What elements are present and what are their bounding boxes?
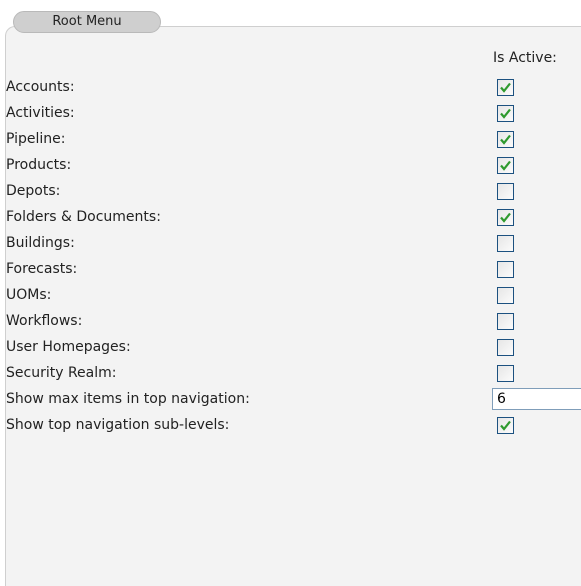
security-realm-active-checkbox[interactable] [497,365,514,382]
row-label: Show max items in top navigation: [6,391,250,407]
user-homepages-active-checkbox[interactable] [497,339,514,356]
row-label: Show top navigation sub-levels: [6,417,230,433]
row-label: Pipeline: [6,131,66,147]
row-label: Folders & Documents: [6,209,161,225]
row-sub-levels: Show top navigation sub-levels: [6,412,581,438]
row-label: Products: [6,157,72,173]
row-user-homepages: User Homepages: [6,334,581,360]
depots-active-checkbox[interactable] [497,183,514,200]
checkmark-icon [500,212,511,223]
root-menu-tab[interactable]: Root Menu [13,11,161,33]
row-workflows: Workflows: [6,308,581,334]
is-active-column-header: Is Active: [493,50,557,66]
menu-settings-list: Accounts: Activities: Pipeline: Products… [6,74,581,438]
row-depots: Depots: [6,178,581,204]
row-label: Buildings: [6,235,75,251]
row-security-realm: Security Realm: [6,360,581,386]
row-label: Depots: [6,183,61,199]
row-forecasts: Forecasts: [6,256,581,282]
row-folders-documents: Folders & Documents: [6,204,581,230]
max-items-input[interactable] [492,388,581,410]
row-label: Activities: [6,105,75,121]
folders-documents-active-checkbox[interactable] [497,209,514,226]
checkmark-icon [500,82,511,93]
accounts-active-checkbox[interactable] [497,79,514,96]
row-buildings: Buildings: [6,230,581,256]
row-label: Workflows: [6,313,83,329]
row-label: User Homepages: [6,339,131,355]
row-max-items: Show max items in top navigation: [6,386,581,412]
row-uoms: UOMs: [6,282,581,308]
workflows-active-checkbox[interactable] [497,313,514,330]
uoms-active-checkbox[interactable] [497,287,514,304]
checkmark-icon [500,420,511,431]
row-label: Forecasts: [6,261,78,277]
sub-levels-checkbox[interactable] [497,417,514,434]
row-label: Accounts: [6,79,75,95]
activities-active-checkbox[interactable] [497,105,514,122]
checkmark-icon [500,134,511,145]
buildings-active-checkbox[interactable] [497,235,514,252]
row-pipeline: Pipeline: [6,126,581,152]
row-label: Security Realm: [6,365,117,381]
checkmark-icon [500,108,511,119]
row-accounts: Accounts: [6,74,581,100]
row-label: UOMs: [6,287,52,303]
row-activities: Activities: [6,100,581,126]
products-active-checkbox[interactable] [497,157,514,174]
row-products: Products: [6,152,581,178]
pipeline-active-checkbox[interactable] [497,131,514,148]
forecasts-active-checkbox[interactable] [497,261,514,278]
checkmark-icon [500,160,511,171]
